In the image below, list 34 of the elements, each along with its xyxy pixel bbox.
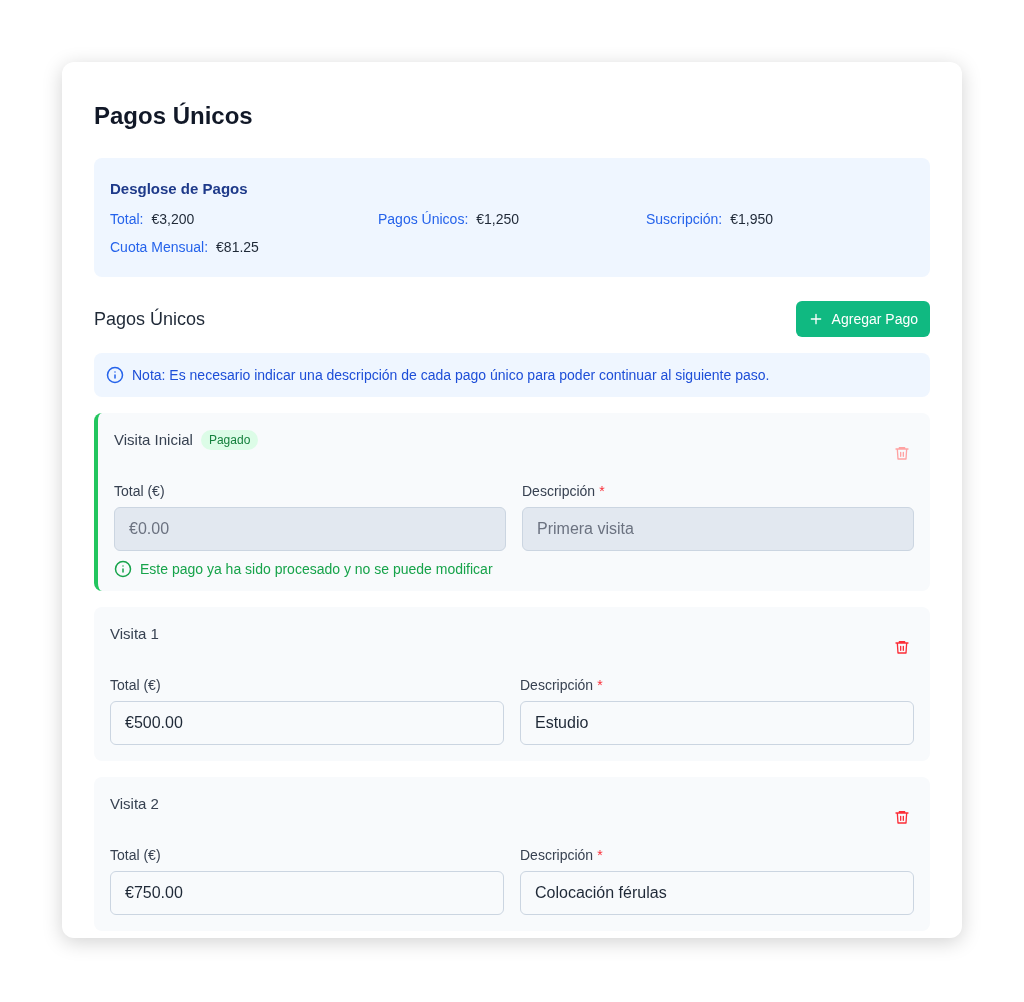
trash-icon[interactable] [894, 638, 910, 655]
section-title: Pagos Únicos [94, 307, 206, 331]
page-title: Pagos Únicos [94, 101, 254, 131]
required-mark: * [597, 845, 603, 865]
trash-icon[interactable] [894, 808, 910, 825]
payment-name: Visita 2 [110, 793, 159, 814]
required-mark: * [599, 481, 605, 501]
required-mark: * [597, 675, 603, 695]
payment-name: Visita Inicial [114, 429, 193, 450]
summary-label: Pagos Únicos: [378, 209, 469, 229]
field-label: Descripción [520, 845, 594, 865]
description-field[interactable]: Colocación férulas [520, 870, 914, 915]
summary-value: €1,250 [476, 209, 520, 229]
note-text: Nota: Es necesario indicar una descripción de cada pago único para poder continuar al siguiente paso. [132, 365, 770, 385]
field-label: Total (€) [110, 675, 162, 695]
summary-label: Suscripción: [646, 209, 723, 229]
field-label: Descripción [522, 481, 596, 501]
field-label: Descripción [520, 675, 594, 695]
description-field[interactable]: Estudio [520, 700, 914, 745]
field-label: Total (€) [110, 845, 162, 865]
summary-value: €3,200 [151, 209, 195, 229]
paid-note: Este pago ya ha sido procesado y no se puede modificar [140, 559, 493, 579]
summary-value: €1,950 [730, 209, 774, 229]
total-field[interactable]: €750.00 [110, 870, 504, 915]
summary-label: Cuota Mensual: [110, 237, 209, 257]
status-badge: Pagado [200, 429, 259, 450]
summary-label: Total: [110, 209, 144, 229]
field-label: Total (€) [114, 481, 166, 501]
payment-name: Visita 1 [110, 623, 159, 644]
summary-value: €81.25 [216, 237, 259, 257]
info-icon [114, 559, 132, 578]
total-field[interactable]: €500.00 [110, 700, 504, 745]
info-icon [106, 365, 124, 384]
summary-title: Desglose de Pagos [110, 179, 249, 199]
